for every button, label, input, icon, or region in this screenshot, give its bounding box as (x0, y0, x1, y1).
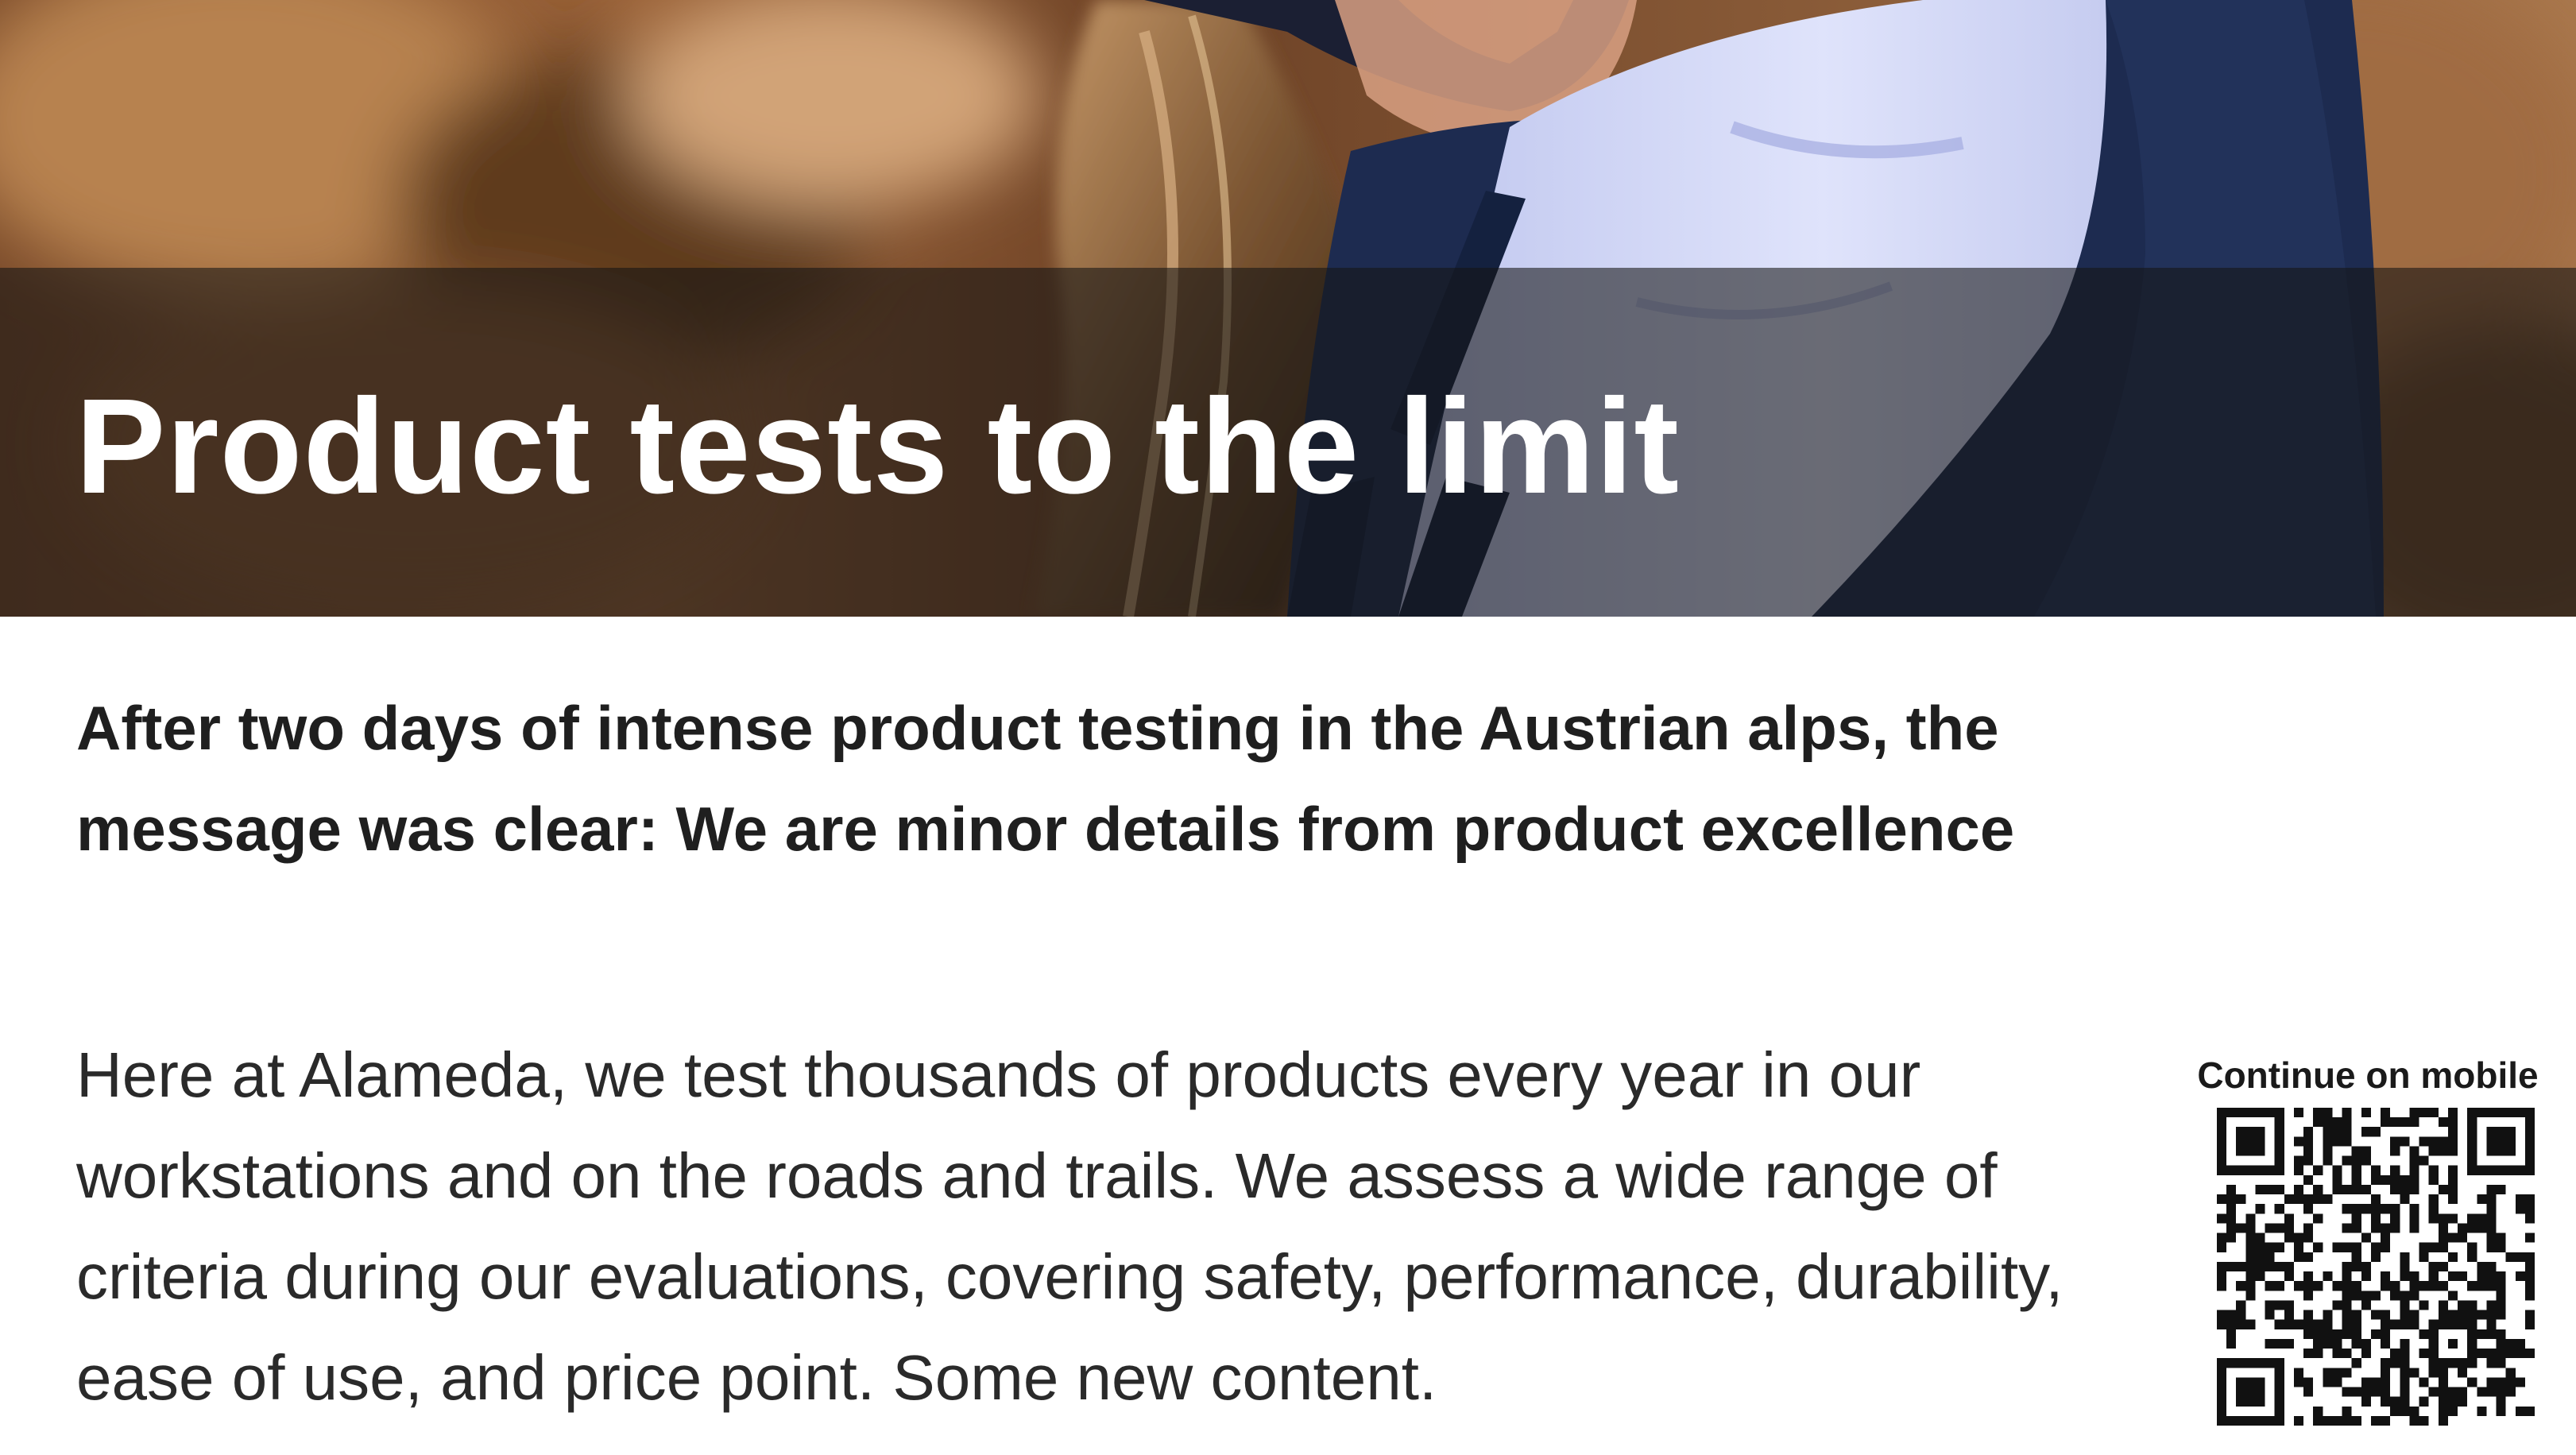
qr-code-icon[interactable] (2217, 1108, 2535, 1426)
continue-on-mobile-widget[interactable]: Continue on mobile (2193, 1054, 2543, 1427)
hero-banner: Product tests to the limit (0, 0, 2576, 617)
article-lead: After two days of intense product testin… (76, 693, 2015, 864)
article-body: Here at Alameda, we test thousands of pr… (76, 1039, 2064, 1413)
hero-title: Product tests to the limit (75, 371, 1680, 522)
qr-label: Continue on mobile (2197, 1054, 2539, 1096)
